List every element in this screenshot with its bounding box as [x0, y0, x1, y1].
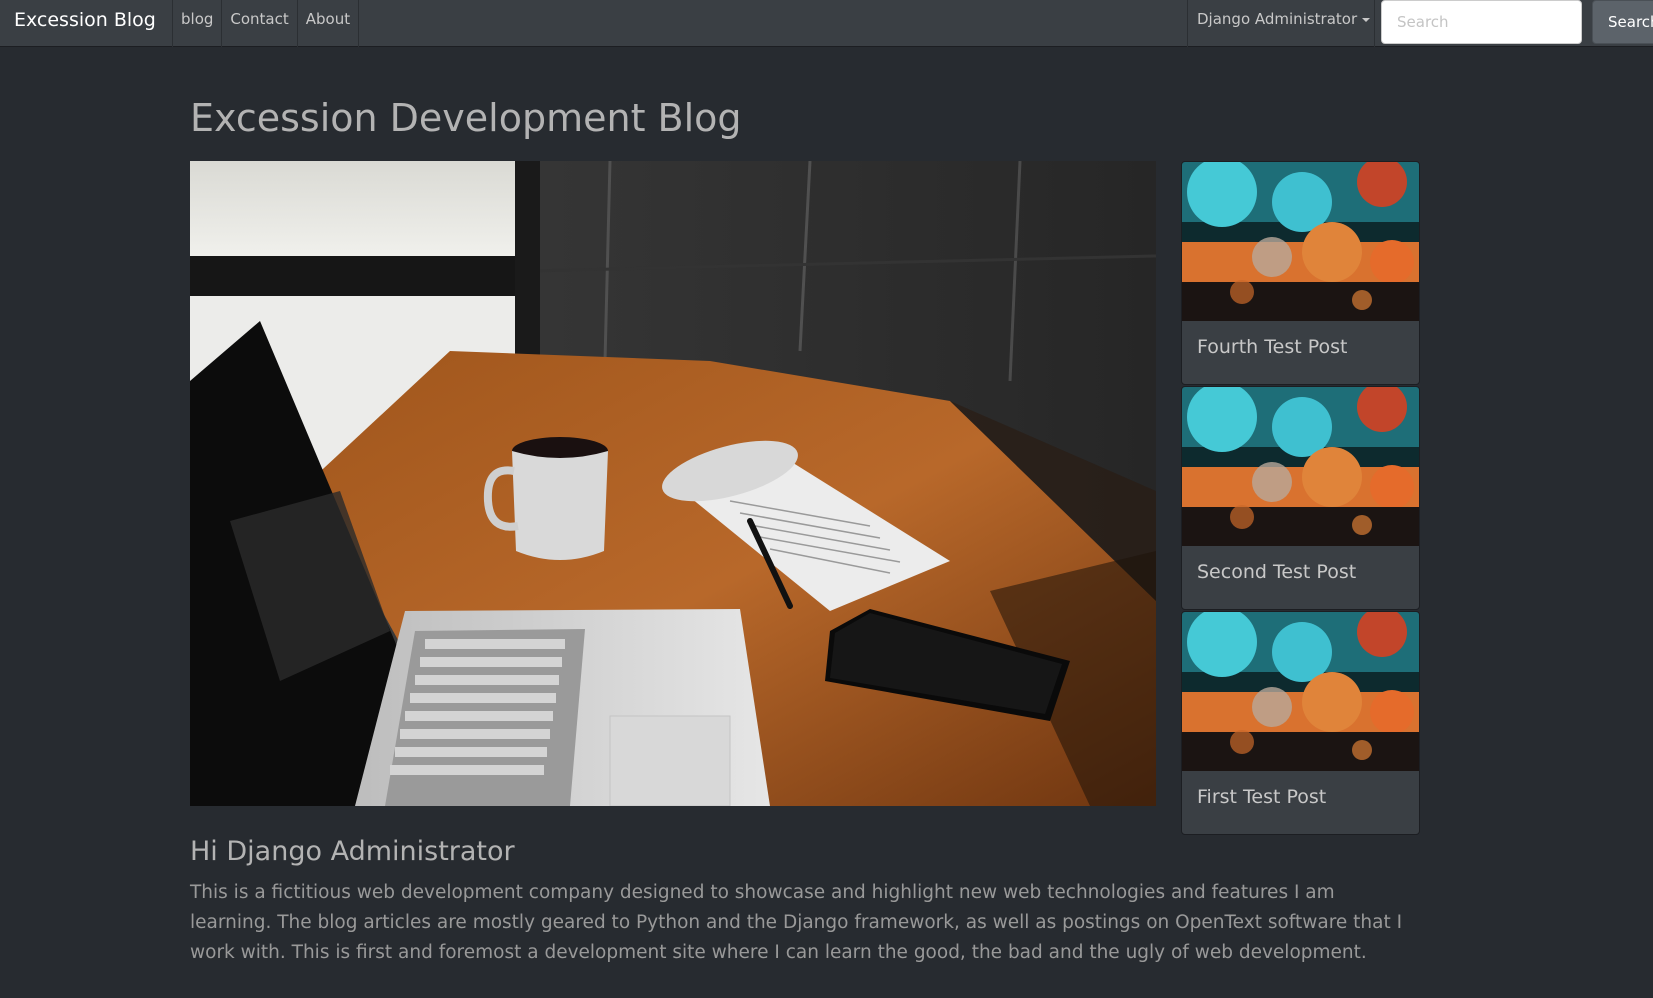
nav-link-about[interactable]: About — [296, 0, 360, 47]
post-card[interactable]: Fourth Test Post — [1181, 161, 1420, 385]
post-card[interactable]: Second Test Post — [1181, 386, 1420, 610]
hero-desk-illustration — [190, 161, 1156, 806]
post-thumbnail-image — [1182, 612, 1419, 771]
user-dropdown-label: Django Administrator — [1197, 10, 1358, 28]
top-navbar: Excession Blog blog Contact About Django… — [0, 0, 1653, 47]
hero-image — [190, 161, 1156, 806]
post-thumbnail-image — [1182, 387, 1419, 546]
search-input[interactable] — [1381, 0, 1582, 44]
intro-paragraph: This is a fictitious web development com… — [190, 882, 1403, 963]
post-thumbnail-image — [1182, 162, 1419, 321]
page-title: Excession Development Blog — [190, 96, 742, 140]
post-title[interactable]: Fourth Test Post — [1197, 336, 1347, 358]
post-card[interactable]: First Test Post — [1181, 611, 1420, 835]
nav-link-blog[interactable]: blog — [172, 0, 221, 47]
post-title[interactable]: Second Test Post — [1197, 561, 1356, 583]
post-title[interactable]: First Test Post — [1197, 786, 1326, 808]
brand-logo-link[interactable]: Excession Blog — [14, 9, 156, 31]
search-button[interactable]: Search — [1592, 0, 1653, 44]
greeting-heading: Hi Django Administrator — [190, 836, 515, 867]
caret-down-icon — [1362, 17, 1371, 22]
nav-link-contact[interactable]: Contact — [221, 0, 296, 47]
user-dropdown[interactable]: Django Administrator — [1187, 0, 1375, 47]
nav-links: blog Contact About — [172, 0, 360, 47]
